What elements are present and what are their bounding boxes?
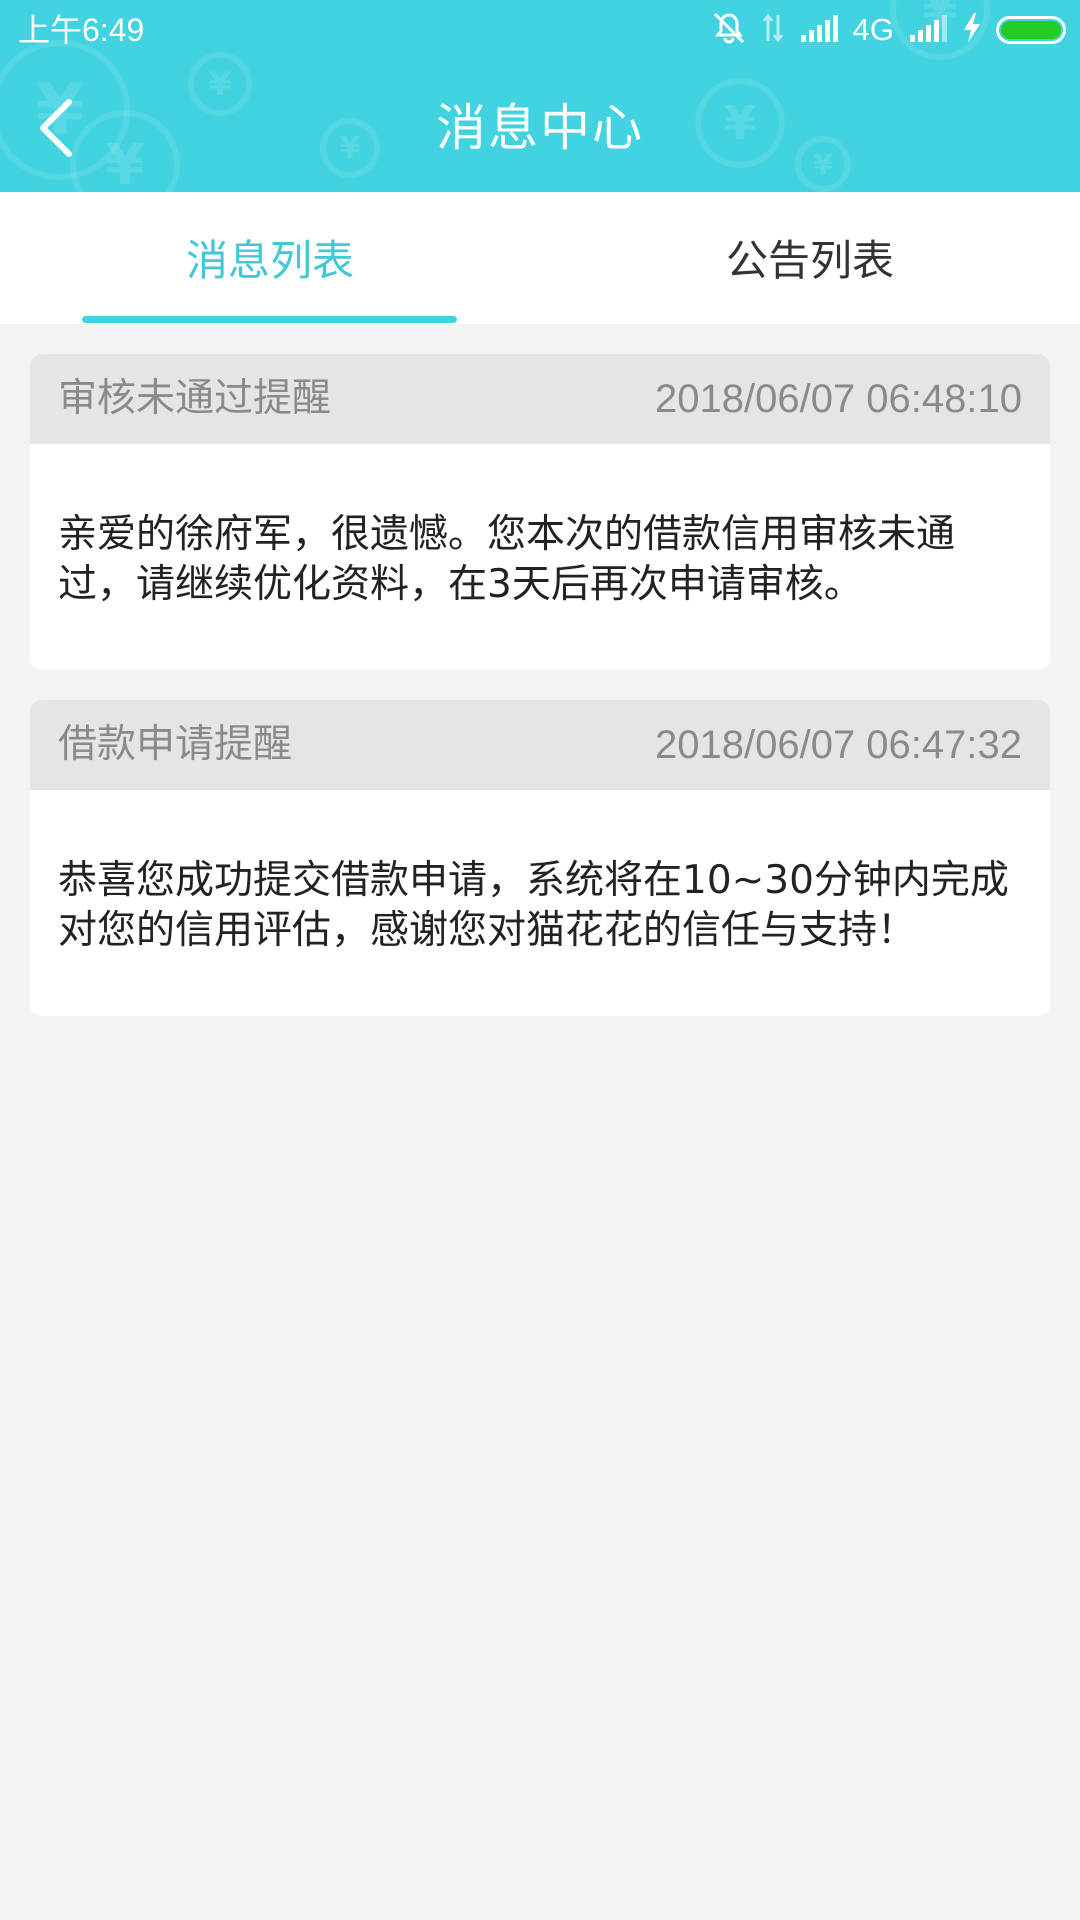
status-icons: 4G — [711, 10, 1066, 50]
data-arrows-icon — [761, 11, 785, 49]
back-button[interactable] — [20, 84, 90, 172]
message-title: 审核未通过提醒 — [58, 376, 332, 421]
status-bar: 上午6:49 4G — [0, 0, 1080, 60]
message-body: 亲爱的徐府军，很遗憾。您本次的借款信用审核未通过，请继续优化资料，在3天后再次申… — [58, 512, 956, 607]
message-time: 2018/06/07 06:47:32 — [654, 723, 1022, 767]
network-type: 4G — [852, 12, 894, 47]
mute-icon — [711, 10, 747, 50]
charging-icon — [962, 12, 982, 48]
message-card-header: 审核未通过提醒 2018/06/07 06:48:10 — [30, 354, 1050, 444]
chevron-left-icon — [40, 99, 72, 157]
tab-announcement-list[interactable]: 公告列表 — [540, 192, 1080, 324]
battery-level — [1001, 21, 1061, 39]
message-body: 恭喜您成功提交借款申请，系统将在10~30分钟内完成对您的信用评估，感谢您对猫花… — [58, 858, 1009, 953]
signal-icon — [908, 13, 948, 47]
message-title: 借款申请提醒 — [58, 722, 293, 767]
tab-bar: 消息列表 公告列表 — [0, 192, 1080, 324]
battery-icon — [996, 16, 1066, 44]
message-time: 2018/06/07 06:48:10 — [654, 377, 1022, 421]
active-tab-indicator — [82, 316, 457, 323]
message-list: 审核未通过提醒 2018/06/07 06:48:10 亲爱的徐府军，很遗憾。您… — [30, 354, 1050, 1046]
tab-message-list[interactable]: 消息列表 — [0, 192, 540, 324]
page-title: 消息中心 — [436, 99, 644, 157]
status-time: 上午6:49 — [18, 12, 145, 48]
message-card[interactable]: 审核未通过提醒 2018/06/07 06:48:10 亲爱的徐府军，很遗憾。您… — [30, 354, 1050, 670]
app-header: ¥ ¥ ¥ ¥ ¥ ¥ ¥ 上午6:49 4G 消息中心 — [0, 0, 1080, 192]
title-bar: 消息中心 — [0, 64, 1080, 192]
message-card-header: 借款申请提醒 2018/06/07 06:47:32 — [30, 700, 1050, 790]
message-card[interactable]: 借款申请提醒 2018/06/07 06:47:32 恭喜您成功提交借款申请，系… — [30, 700, 1050, 1016]
signal-icon — [799, 13, 839, 47]
